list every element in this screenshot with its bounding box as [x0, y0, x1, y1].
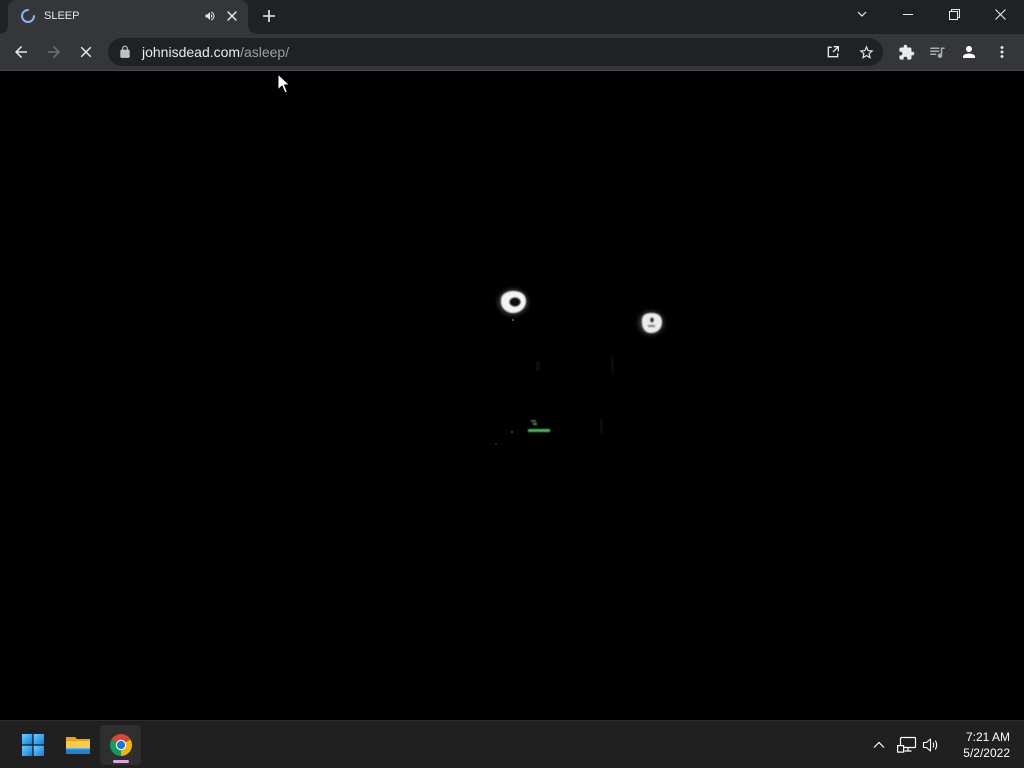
- stop-loading-icon: [80, 46, 92, 58]
- share-button[interactable]: [821, 40, 845, 64]
- address-bar[interactable]: johnisdead.com/asleep/: [108, 38, 883, 66]
- audio-playing-icon[interactable]: [204, 10, 216, 22]
- chevron-up-icon: [873, 741, 885, 748]
- windows-start-icon: [21, 734, 44, 756]
- chrome-icon: [109, 734, 132, 756]
- page-canvas[interactable]: [0, 71, 1024, 720]
- close-tab-button[interactable]: [224, 8, 240, 24]
- url-domain: johnisdead.com: [142, 44, 241, 60]
- clock-time: 7:21 AM: [965, 730, 1010, 744]
- file-explorer-icon: [65, 737, 90, 754]
- clock-date: 5/2/2022: [963, 746, 1010, 760]
- close-icon: [227, 11, 237, 21]
- chrome-taskbar-button[interactable]: [100, 725, 141, 765]
- lock-icon[interactable]: [118, 45, 132, 59]
- forward-button[interactable]: [40, 38, 68, 66]
- profile-button[interactable]: [955, 38, 983, 66]
- show-hidden-icons-button[interactable]: [867, 733, 891, 757]
- network-icon: [897, 736, 917, 753]
- restore-button[interactable]: [931, 0, 977, 28]
- minimize-icon: [903, 14, 913, 15]
- stop-loading-button[interactable]: [72, 38, 100, 66]
- media-controls-icon: [930, 47, 945, 58]
- file-explorer-button[interactable]: [57, 725, 98, 765]
- glowing-eye-right: [638, 311, 664, 335]
- network-button[interactable]: [895, 733, 919, 757]
- extensions-icon: [898, 44, 914, 60]
- profile-icon: [963, 46, 975, 58]
- volume-icon: [922, 738, 938, 752]
- url-path: /asleep/: [240, 44, 290, 60]
- new-tab-button[interactable]: [255, 2, 283, 30]
- browser-toolbar: johnisdead.com/asleep/: [0, 34, 1024, 71]
- start-button[interactable]: [12, 725, 53, 765]
- extensions-button[interactable]: [892, 38, 920, 66]
- web-page-content[interactable]: [0, 71, 1024, 720]
- taskbar-clock[interactable]: 7:21 AM 5/2/2022: [950, 727, 1010, 763]
- share-icon: [827, 46, 839, 58]
- back-button[interactable]: [7, 38, 35, 66]
- running-app-indicator: [113, 760, 129, 763]
- new-tab-icon: [263, 10, 275, 22]
- minimize-button[interactable]: [885, 0, 931, 28]
- windows-taskbar: 7:21 AM 5/2/2022: [0, 720, 1024, 768]
- star-icon: [858, 44, 874, 59]
- tab-title: SLEEP: [44, 10, 80, 22]
- close-window-button[interactable]: [977, 0, 1023, 28]
- restore-icon: [948, 8, 960, 20]
- tab-sleep[interactable]: SLEEP: [0, 0, 256, 34]
- more-vert-icon: [1000, 46, 1004, 58]
- chrome-menu-button[interactable]: [988, 38, 1016, 66]
- tab-search-icon: [857, 11, 867, 17]
- volume-button[interactable]: [919, 733, 943, 757]
- url-text[interactable]: johnisdead.com/asleep/: [142, 38, 289, 66]
- loading-spinner-icon: [20, 8, 36, 24]
- close-icon: [994, 8, 1006, 20]
- media-controls-button[interactable]: [923, 38, 951, 66]
- tab-search-button[interactable]: [848, 0, 876, 28]
- forward-arrow-icon: [48, 46, 60, 58]
- bookmark-star-button[interactable]: [854, 40, 878, 64]
- back-arrow-icon: [15, 46, 27, 58]
- tab-strip: SLEEP: [0, 0, 1024, 34]
